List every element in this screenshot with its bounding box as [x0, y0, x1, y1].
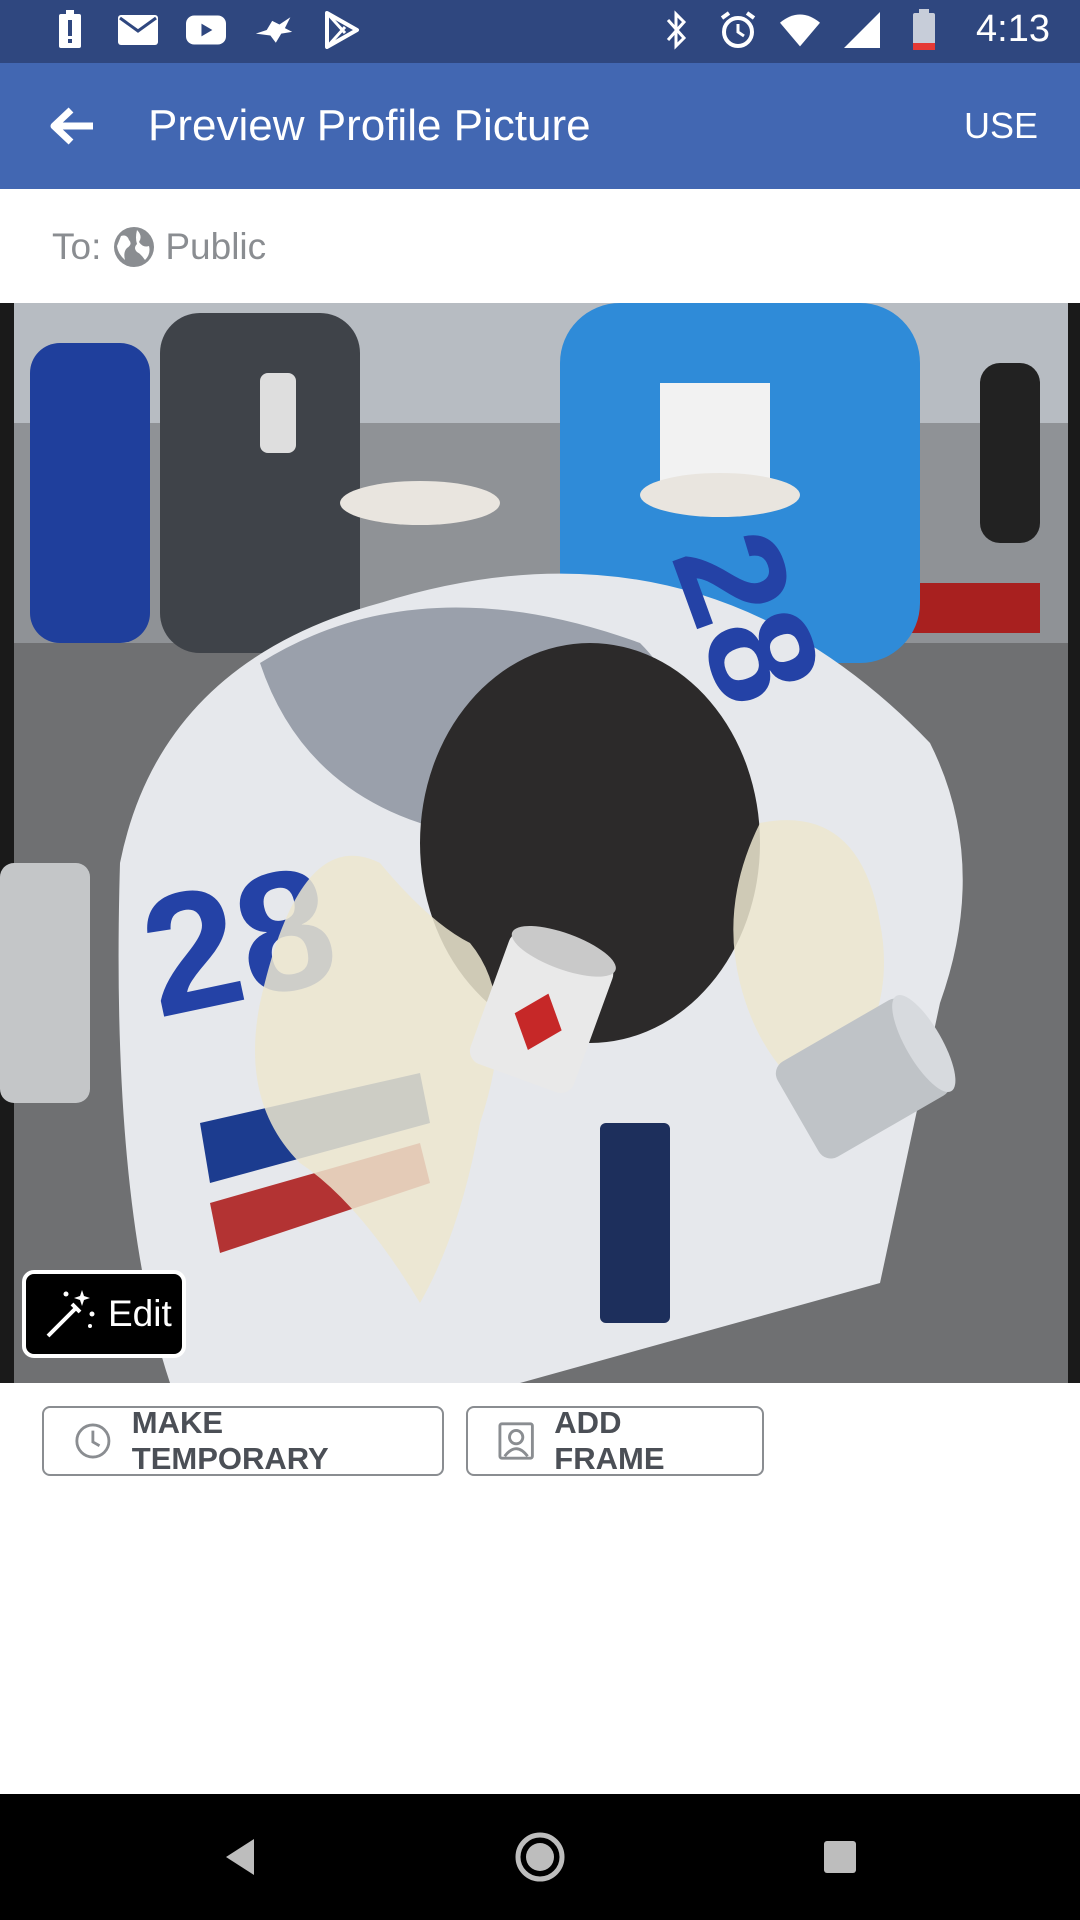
- system-icons: 4:13: [656, 8, 1050, 51]
- make-temporary-label: MAKE TEMPORARY: [131, 1405, 329, 1476]
- app-bar: Preview Profile Picture USE: [0, 63, 1080, 189]
- add-frame-label: ADD FRAME: [554, 1405, 665, 1476]
- battery-alert-icon: [50, 10, 90, 50]
- play-store-icon: [322, 10, 362, 50]
- circle-home-icon: [515, 1832, 565, 1882]
- magic-wand-icon: [46, 1290, 95, 1338]
- nav-recents-button[interactable]: [800, 1794, 880, 1920]
- nav-back-button[interactable]: [200, 1794, 280, 1920]
- clock-icon: [75, 1423, 111, 1459]
- make-temporary-button[interactable]: MAKE TEMPORARY: [42, 1405, 444, 1476]
- nav-home-button[interactable]: [500, 1794, 580, 1920]
- youtube-icon: [186, 10, 226, 50]
- system-navigation-bar: [0, 1794, 1080, 1920]
- photo-illustration: 28 28: [0, 303, 1080, 1383]
- battery-low-icon: [904, 8, 944, 50]
- mail-icon: [118, 10, 158, 50]
- edit-label: Edit: [108, 1293, 172, 1334]
- bluetooth-icon: [656, 9, 696, 50]
- page-title: Preview Profile Picture: [148, 101, 591, 150]
- wifi-icon: [780, 10, 821, 50]
- square-recents-icon: [824, 1841, 856, 1873]
- add-frame-button[interactable]: ADD FRAME: [466, 1405, 764, 1476]
- audience-value[interactable]: Public: [165, 226, 266, 268]
- globe-icon: [113, 226, 155, 268]
- audience-selector[interactable]: To: Public: [52, 222, 266, 272]
- triangle-back-icon: [226, 1839, 254, 1875]
- alarm-icon: [718, 10, 758, 50]
- notification-icons: [50, 10, 362, 50]
- status-bar: 4:13: [0, 0, 1080, 63]
- photo-actions: MAKE TEMPORARY ADD FRAME: [42, 1405, 764, 1476]
- edit-button[interactable]: Edit: [22, 1270, 186, 1358]
- arrow-left-icon: [50, 107, 93, 145]
- profile-frame-icon: [498, 1422, 534, 1460]
- status-time: 4:13: [976, 8, 1050, 50]
- audience-prefix: To:: [52, 226, 102, 267]
- back-button[interactable]: [40, 96, 104, 156]
- use-button[interactable]: USE: [964, 105, 1038, 147]
- profile-photo-preview[interactable]: 28 28: [0, 303, 1080, 1383]
- bird-app-icon: [254, 10, 294, 50]
- cell-signal-icon: [842, 10, 882, 50]
